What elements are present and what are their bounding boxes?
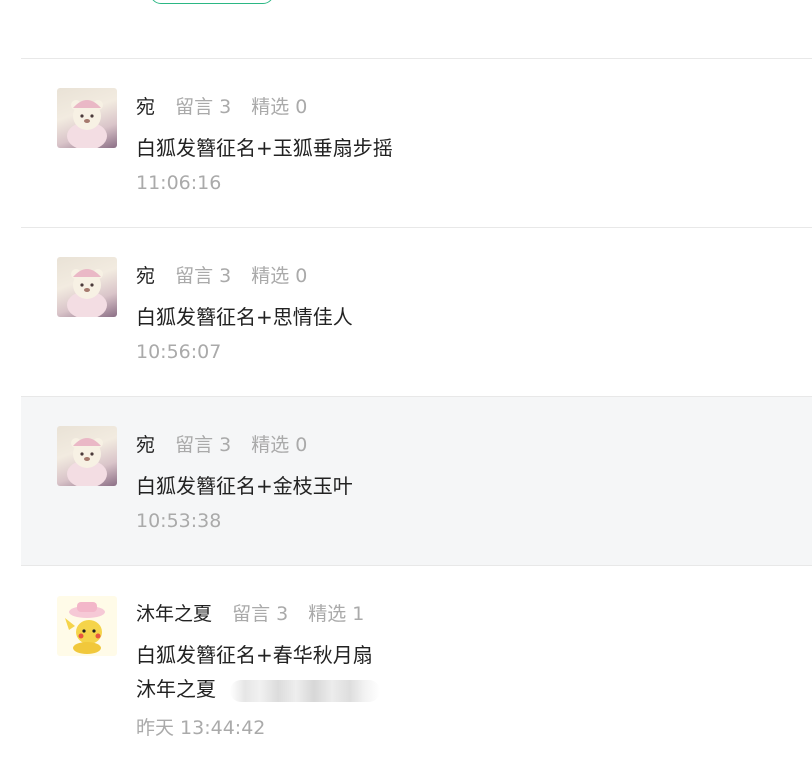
comment-time: 10:53:38: [136, 510, 222, 532]
comment-list: 宛 留言 3 精选 0 白狐发簪征名+玉狐垂扇步摇 11:06:16 宛 留言 …: [21, 58, 812, 765]
comment-item: 宛 留言 3 精选 0 白狐发簪征名+金枝玉叶 10:53:38: [21, 396, 812, 565]
teddy-bear-icon: [67, 438, 107, 486]
message-count: 留言 3: [175, 96, 232, 118]
comment-meta: 宛 留言 3 精选 0: [136, 430, 321, 457]
blurred-reply-content: [230, 679, 380, 702]
avatar[interactable]: [57, 426, 117, 486]
selected-count: 精选 0: [251, 96, 308, 118]
comment-text: 白狐发簪征名+玉狐垂扇步摇: [136, 136, 393, 160]
comment-item: 沐年之夏 留言 3 精选 1 白狐发簪征名+春华秋月扇 沐年之夏 昨天 13:4…: [21, 565, 812, 765]
selected-count: 精选 0: [251, 434, 308, 456]
avatar[interactable]: [57, 88, 117, 148]
comment-time: 昨天 13:44:42: [136, 717, 266, 739]
comment-text: 白狐发簪征名+思情佳人: [136, 305, 353, 329]
message-count: 留言 3: [175, 434, 232, 456]
selected-count: 精选 1: [308, 603, 365, 625]
comment-text: 白狐发簪征名+金枝玉叶: [136, 474, 353, 498]
selected-count: 精选 0: [251, 265, 308, 287]
comment-item: 宛 留言 3 精选 0 白狐发簪征名+玉狐垂扇步摇 11:06:16: [21, 58, 812, 227]
comment-text: 白狐发簪征名+春华秋月扇: [136, 643, 373, 667]
comment-meta: 沐年之夏 留言 3 精选 1: [136, 599, 378, 626]
author-name[interactable]: 宛: [136, 96, 155, 118]
avatar[interactable]: [57, 596, 117, 656]
comment-meta: 宛 留言 3 精选 0: [136, 261, 321, 288]
comment-time: 10:56:07: [136, 341, 222, 363]
reply-line: 沐年之夏: [136, 673, 380, 702]
pikachu-icon: [65, 602, 105, 654]
author-name[interactable]: 宛: [136, 265, 155, 287]
comment-meta: 宛 留言 3 精选 0: [136, 92, 321, 119]
reply-author: 沐年之夏: [136, 677, 216, 701]
author-name[interactable]: 沐年之夏: [136, 603, 212, 625]
message-count: 留言 3: [175, 265, 232, 287]
avatar[interactable]: [57, 257, 117, 317]
teddy-bear-icon: [67, 269, 107, 317]
author-name[interactable]: 宛: [136, 434, 155, 456]
teddy-bear-icon: [67, 100, 107, 148]
comment-time: 11:06:16: [136, 172, 222, 194]
comment-item: 宛 留言 3 精选 0 白狐发簪征名+思情佳人 10:56:07: [21, 227, 812, 396]
top-action-button[interactable]: [150, 0, 274, 4]
message-count: 留言 3: [232, 603, 289, 625]
